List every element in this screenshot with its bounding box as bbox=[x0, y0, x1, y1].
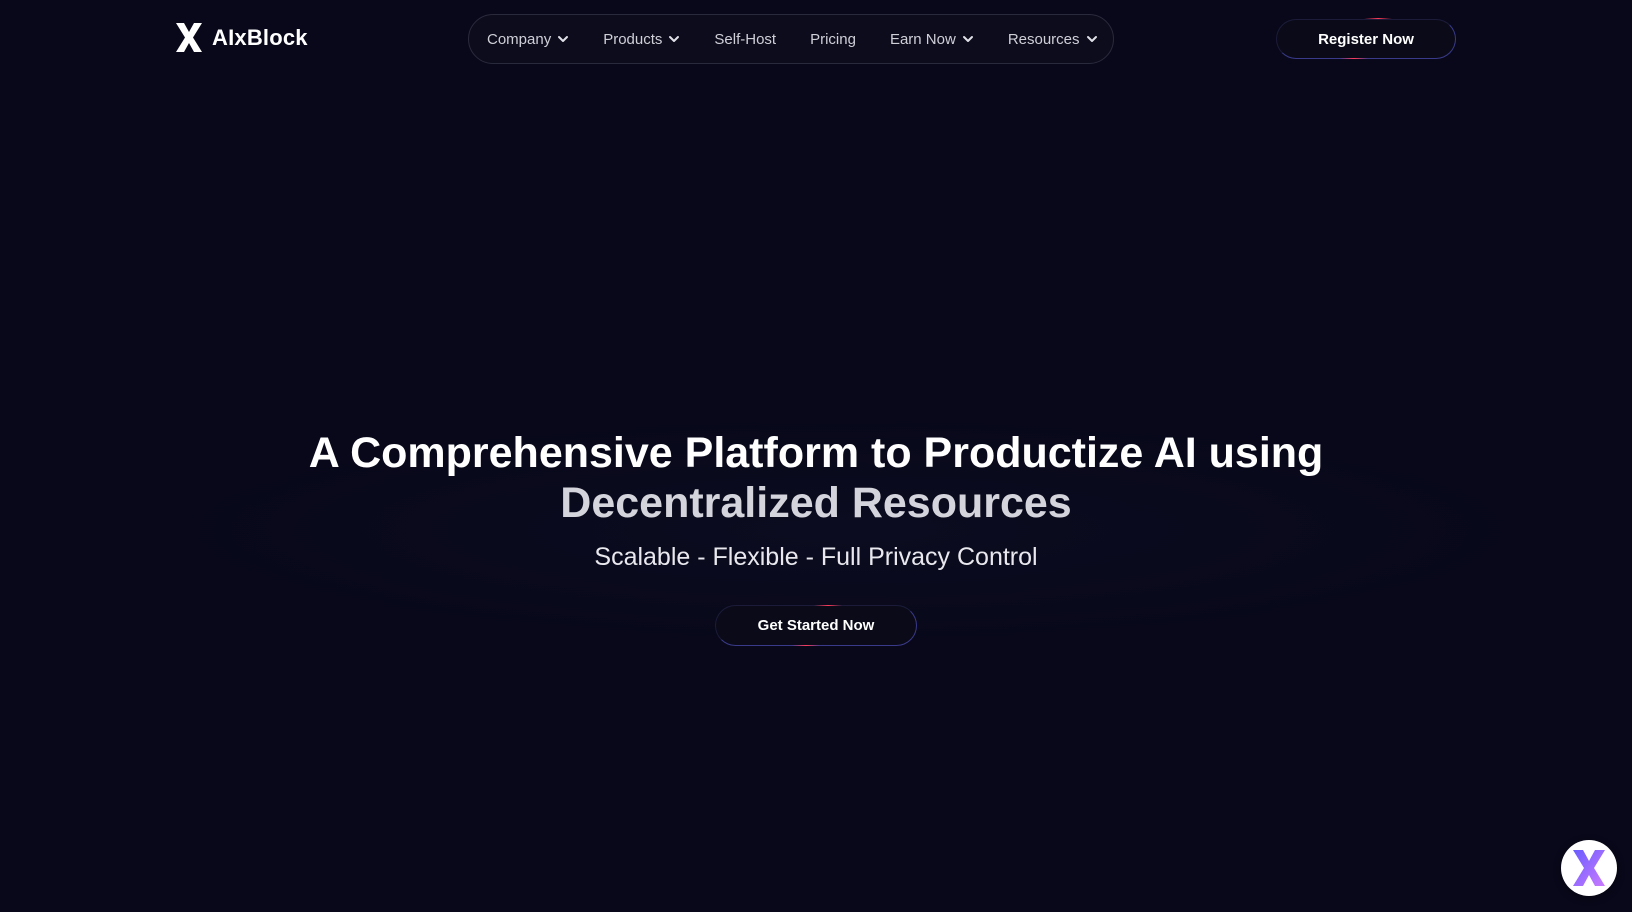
nav-item-pricing[interactable]: Pricing bbox=[810, 31, 856, 48]
nav-item-company[interactable]: Company bbox=[487, 31, 569, 48]
aixblock-logo-icon bbox=[176, 23, 202, 52]
nav-item-resources[interactable]: Resources bbox=[1008, 31, 1098, 48]
register-now-button[interactable]: Register Now bbox=[1276, 19, 1456, 59]
nav-item-self-host[interactable]: Self-Host bbox=[714, 31, 776, 48]
chevron-down-icon bbox=[962, 36, 973, 42]
main-nav: Company Products Self-Host Pricing Earn … bbox=[468, 14, 1114, 64]
register-now-label: Register Now bbox=[1318, 30, 1414, 48]
chevron-down-icon bbox=[558, 36, 569, 42]
nav-item-label: Earn Now bbox=[889, 30, 956, 48]
nav-item-label: Self-Host bbox=[714, 30, 777, 48]
cta-accent-top bbox=[814, 605, 842, 606]
landing-page: AIxBlock Company Products Self-Host Pric… bbox=[0, 0, 1632, 912]
get-started-button[interactable]: Get Started Now bbox=[715, 605, 917, 646]
get-started-label: Get Started Now bbox=[757, 617, 875, 634]
hero-title-line1: A Comprehensive Platform to Productize A… bbox=[308, 429, 1324, 477]
nav-item-label: Company bbox=[487, 30, 552, 48]
nav-item-label: Pricing bbox=[810, 30, 856, 48]
chat-launcher-button[interactable] bbox=[1561, 840, 1617, 896]
hero-title-line2: Decentralized Resources bbox=[560, 479, 1072, 527]
hero-subtitle: Scalable - Flexible - Full Privacy Contr… bbox=[594, 543, 1038, 571]
register-accent-top bbox=[1364, 18, 1392, 19]
nav-item-earn-now[interactable]: Earn Now bbox=[890, 31, 974, 48]
cta-accent-bottom bbox=[792, 645, 820, 646]
nav-item-label: Resources bbox=[1007, 30, 1080, 48]
hero-title: A Comprehensive Platform to Productize A… bbox=[0, 428, 1632, 528]
logo-text: AIxBlock bbox=[212, 24, 308, 50]
nav-item-label: Products bbox=[603, 30, 663, 48]
register-accent-bottom bbox=[1340, 58, 1368, 59]
chevron-down-icon bbox=[1086, 36, 1097, 42]
chevron-down-icon bbox=[669, 36, 680, 42]
aixblock-chat-icon bbox=[1573, 850, 1605, 886]
logo-link[interactable]: AIxBlock bbox=[174, 21, 308, 54]
nav-item-products[interactable]: Products bbox=[603, 31, 680, 48]
